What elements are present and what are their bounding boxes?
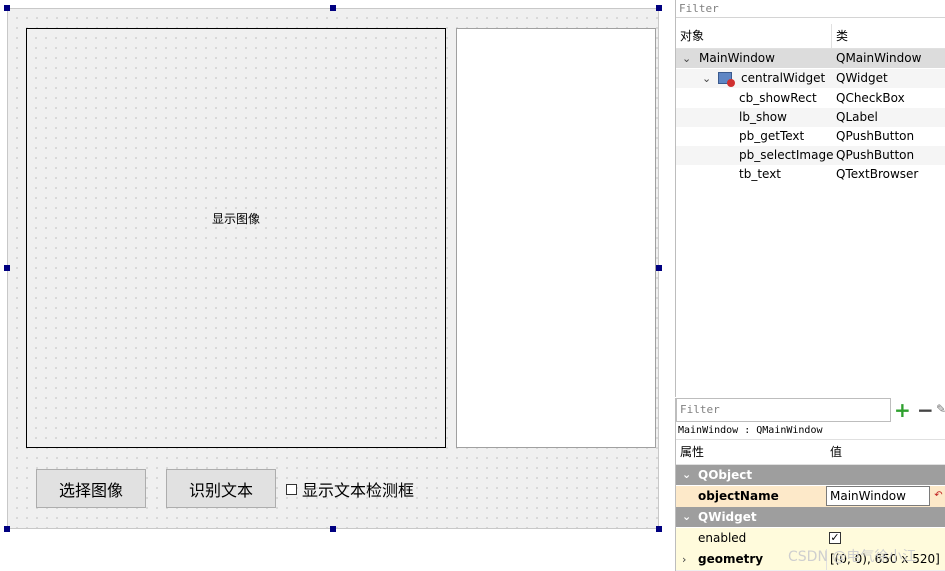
reset-icon[interactable]: ↶ [932,486,945,506]
resize-handle-top-right[interactable] [656,5,662,11]
object-name: lb_show [739,110,787,124]
object-class: QCheckBox [836,91,905,105]
column-object: 对象 [676,24,832,48]
checkbox-box[interactable] [286,483,297,495]
group-name: QObject [698,468,753,482]
resize-handle-right[interactable] [656,265,662,271]
group-qobject[interactable]: ⌄ QObject [676,465,945,485]
object-name: pb_getText [739,129,805,143]
show-rect-label: 显示文本检测框 [302,481,415,500]
show-rect-checkbox[interactable]: 显示文本检测框 [286,477,414,501]
image-display-text: 显示图像 [211,211,260,226]
form-canvas[interactable]: 显示图像 选择图像 识别文本 显示文本检测框 [7,8,659,529]
tree-row-cb-showrect[interactable]: cb_showRect QCheckBox [676,89,945,108]
object-class: QMainWindow [836,51,922,65]
resize-handle-left[interactable] [4,265,10,271]
group-name: QWidget [698,510,757,524]
chevron-down-icon[interactable]: ⌄ [682,465,691,485]
chevron-down-icon[interactable]: ⌄ [682,507,691,527]
property-objectname[interactable]: objectName MainWindow ↶ [676,486,945,508]
text-browser[interactable] [456,28,656,448]
property-key: enabled [698,531,747,545]
tree-row-centralwidget[interactable]: ⌄ centralWidget QWidget [676,69,945,88]
chevron-down-icon[interactable]: ⌄ [682,49,691,68]
current-object-label: MainWindow : QMainWindow [678,425,823,436]
object-tree-header: 对象 类 [676,24,945,49]
object-filter-input[interactable]: Filter [676,0,945,18]
property-filter-input[interactable]: Filter [676,398,891,422]
object-name: MainWindow [699,51,775,65]
tree-row-pb-gettext[interactable]: pb_getText QPushButton [676,127,945,146]
widget-icon [718,72,735,87]
property-key: geometry [698,552,764,566]
resize-handle-top-left[interactable] [4,5,10,11]
edit-icon[interactable]: ✎ [936,402,945,416]
resize-handle-bottom-left[interactable] [4,526,10,532]
watermark: CSDN @电气徐小江 [788,549,917,565]
object-name: cb_showRect [739,91,817,105]
group-qwidget[interactable]: ⌄ QWidget [676,507,945,527]
object-name: tb_text [739,167,782,181]
object-class: QPushButton [836,129,915,143]
tree-row-pb-selectimage[interactable]: pb_selectImage QPushButton [676,146,945,165]
column-value: 值 [830,445,843,459]
tree-row-mainwindow[interactable]: ⌄ MainWindow QMainWindow [676,49,945,68]
object-class: QPushButton [836,148,915,162]
tree-row-lb-show[interactable]: lb_show QLabel [676,108,945,127]
property-key: objectName [698,489,779,503]
object-inspector: Filter 对象 类 ⌄ MainWindow QMainWindow ⌄ c… [675,0,945,397]
column-property: 属性 [680,445,705,459]
enabled-checkbox[interactable]: ✓ [829,532,841,544]
add-property-icon[interactable]: + [894,400,911,420]
object-class: QWidget [836,71,888,85]
column-class: 类 [836,29,849,43]
object-class: QTextBrowser [836,167,919,181]
chevron-down-icon[interactable]: ⌄ [702,69,711,88]
object-class: QLabel [836,110,878,124]
resize-handle-bottom-right[interactable] [656,526,662,532]
image-display-label[interactable]: 显示图像 [26,28,446,448]
objectname-field[interactable]: MainWindow [826,486,930,506]
object-name: centralWidget [741,71,826,85]
recognize-text-button[interactable]: 识别文本 [166,469,276,508]
property-header: 属性 值 [676,439,945,465]
object-name: pb_selectImage [739,148,834,162]
resize-handle-bottom[interactable] [330,526,336,532]
select-image-button[interactable]: 选择图像 [36,469,146,508]
chevron-right-icon[interactable]: › [682,549,686,570]
remove-property-icon[interactable]: − [917,400,934,420]
tree-row-tb-text[interactable]: tb_text QTextBrowser [676,165,945,184]
resize-handle-top[interactable] [330,5,336,11]
